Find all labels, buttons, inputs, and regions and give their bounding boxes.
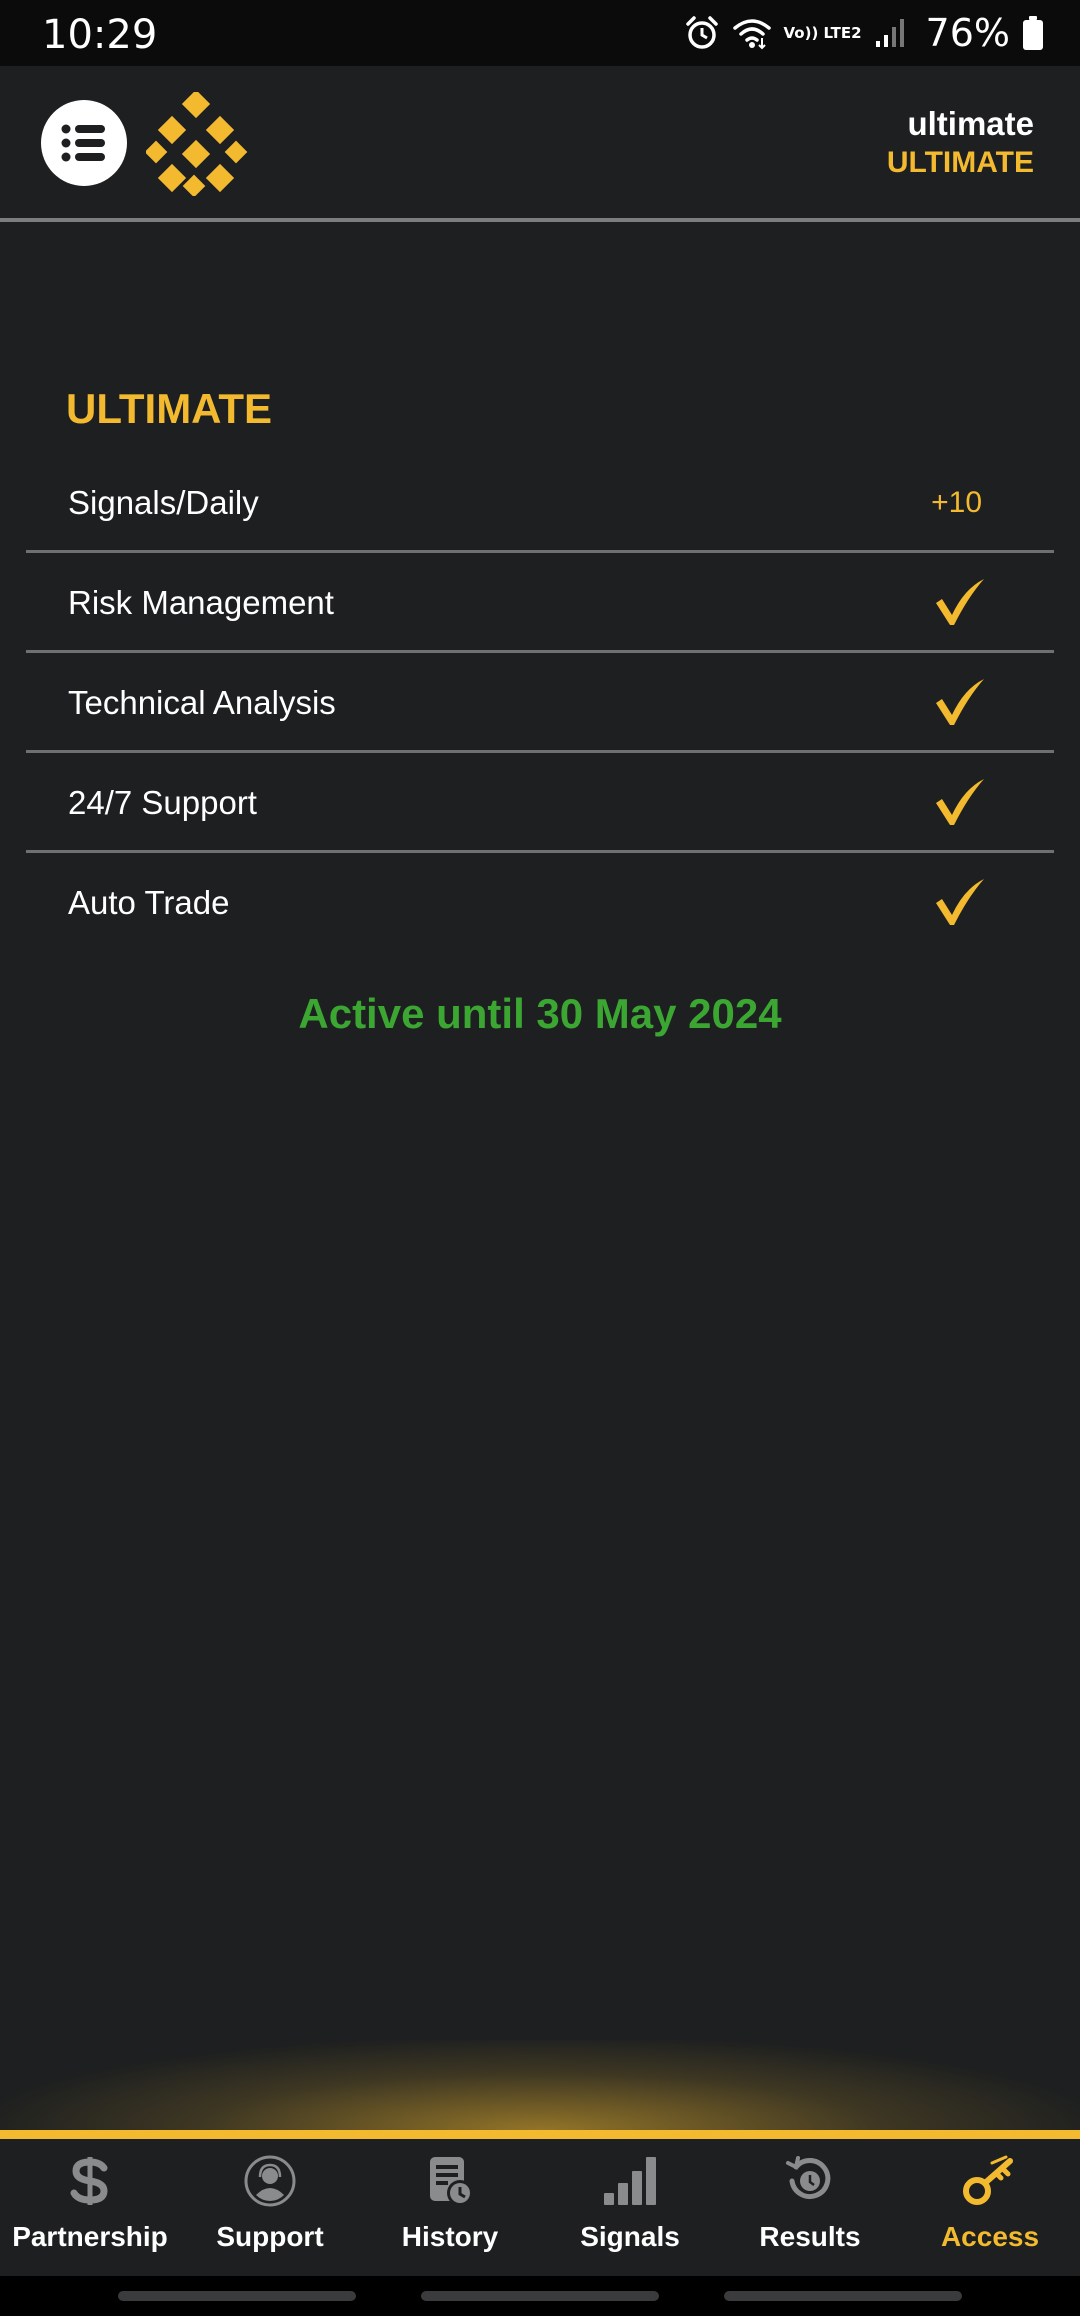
history-icon: [430, 2157, 473, 2206]
key-icon: [963, 2155, 1013, 2205]
list-icon: [61, 124, 105, 162]
user-plan-info: ultimate ULTIMATE: [887, 104, 1034, 182]
menu-button[interactable]: [41, 100, 127, 186]
nav-signals[interactable]: Signals: [540, 2139, 720, 2276]
app-header: ultimate ULTIMATE: [0, 66, 1080, 222]
feature-label: 24/7 Support: [68, 784, 257, 821]
nav-label: Access: [940, 2221, 1040, 2252]
results-icon: [786, 2156, 831, 2199]
gesture-pill-right[interactable]: [724, 2291, 962, 2301]
feature-row-support: 24/7 Support: [26, 753, 1054, 853]
support-agent-icon: [244, 2155, 296, 2207]
feature-value: +10: [931, 486, 982, 519]
nav-results[interactable]: Results: [720, 2139, 900, 2276]
check-icon: [936, 779, 984, 825]
gesture-pill-left[interactable]: [118, 2291, 356, 2301]
feature-label: Auto Trade: [68, 884, 230, 921]
feature-row-risk-management: Risk Management: [26, 553, 1054, 653]
status-time: 10:29: [42, 12, 158, 58]
nav-label: History: [401, 2221, 499, 2252]
dollar-icon: [70, 2157, 108, 2205]
lte-icon: Vo)) LTE2: [783, 23, 862, 42]
check-icon: [936, 679, 984, 725]
check-icon: [936, 579, 984, 625]
status-icons: Vo)) LTE2 76%: [684, 10, 1045, 56]
nav-label: Results: [759, 2221, 861, 2252]
feature-row-signals-daily: Signals/Daily +10: [26, 453, 1054, 553]
alarm-icon: [685, 16, 718, 49]
battery-percent: 76%: [925, 11, 1010, 55]
nav-label: Signals: [580, 2221, 680, 2252]
nav-label: Support: [216, 2221, 324, 2252]
user-name: ultimate: [907, 105, 1034, 142]
signal-bars-icon: [604, 2157, 656, 2205]
feature-list: Signals/Daily +10 Risk Management Techni…: [26, 453, 1054, 953]
nav-support[interactable]: Support: [180, 2139, 360, 2276]
subscription-active-until: Active until 30 May 2024: [298, 990, 782, 1037]
app-screen: 10:29 Vo)) LTE2 76% ultimate ULTIMATE UL…: [0, 0, 1080, 2316]
feature-label: Risk Management: [68, 584, 334, 621]
nav-history[interactable]: History: [360, 2139, 540, 2276]
gesture-pill-center[interactable]: [421, 2291, 659, 2301]
bottom-nav-glow: [0, 2040, 1080, 2130]
nav-partnership[interactable]: Partnership: [0, 2139, 180, 2276]
status-bar: 10:29 Vo)) LTE2 76%: [0, 0, 1080, 66]
feature-row-auto-trade: Auto Trade: [26, 853, 1054, 953]
feature-row-technical-analysis: Technical Analysis: [26, 653, 1054, 753]
feature-label: Technical Analysis: [68, 684, 336, 721]
nav-access[interactable]: Access: [900, 2139, 1080, 2276]
check-icon: [936, 879, 984, 925]
signal-icon: [875, 19, 904, 47]
battery-icon: [1023, 16, 1043, 50]
user-level: ULTIMATE: [886, 146, 1034, 179]
feature-label: Signals/Daily: [68, 484, 259, 521]
plan-title: ULTIMATE: [66, 385, 273, 432]
nav-label: Partnership: [12, 2221, 168, 2252]
brand-logo[interactable]: [146, 92, 250, 196]
wifi-icon: [732, 19, 771, 50]
gesture-bar: [0, 2276, 1080, 2316]
bottom-nav: Partnership Support History Signals Resu…: [0, 2130, 1080, 2276]
